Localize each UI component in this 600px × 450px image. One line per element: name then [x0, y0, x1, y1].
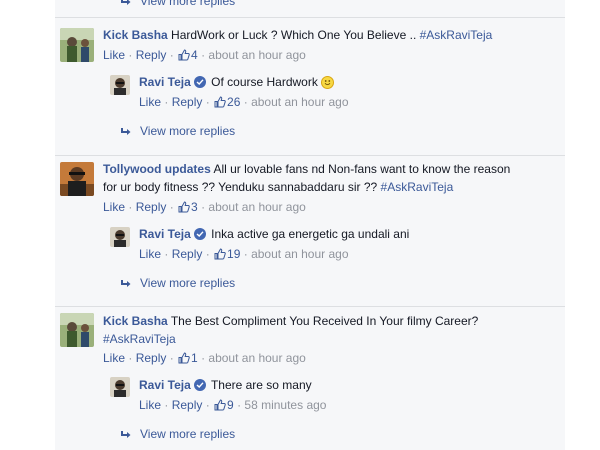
reply-author[interactable]: Ravi Teja [139, 227, 191, 241]
divider [55, 155, 565, 156]
reply-body: Ravi Teja Of course Hardwork [139, 74, 335, 90]
comment-text: for ur body fitness ?? Yenduku sannabadd… [103, 180, 378, 194]
thumbs-up-icon[interactable] [178, 352, 190, 368]
comment-author[interactable]: Kick Basha [103, 314, 168, 328]
like-link[interactable]: Like [103, 351, 125, 365]
comment-actions: Like · Reply · 4 · about an hour ago [103, 47, 306, 65]
hashtag-link[interactable]: #AskRaviTeja [420, 28, 493, 42]
view-more-replies-link[interactable]: View more replies [121, 123, 235, 140]
reply-link[interactable]: Reply [136, 48, 167, 62]
comment-body: Kick Basha The Best Compliment You Recei… [103, 313, 478, 329]
thumbs-up-icon[interactable] [214, 248, 226, 264]
divider [55, 17, 565, 18]
reply-text: Inka active ga energetic ga undali ani [211, 227, 410, 241]
like-count[interactable]: 19 [227, 247, 240, 261]
top-more-replies-strip: View more replies [55, 0, 565, 12]
like-link[interactable]: Like [103, 48, 125, 62]
view-more-replies-link[interactable]: View more replies [121, 0, 235, 10]
thumbs-up-icon[interactable] [178, 201, 190, 217]
comment-timestamp[interactable]: about an hour ago [208, 200, 305, 214]
comment-text: HardWork or Luck ? Which One You Believe… [171, 28, 417, 42]
like-count[interactable]: 4 [191, 48, 198, 62]
like-link[interactable]: Like [139, 398, 161, 412]
movie-poster-avatar[interactable] [60, 28, 94, 62]
reply-author[interactable]: Ravi Teja [139, 378, 191, 392]
reply-link[interactable]: Reply [136, 200, 167, 214]
thumbs-up-icon[interactable] [178, 49, 190, 65]
ravi-teja-avatar[interactable] [110, 227, 130, 247]
reply-body: Ravi Teja There are so many [139, 377, 312, 393]
reply-actions: Like · Reply · 19 · about an hour ago [139, 246, 349, 264]
verified-badge-icon [193, 76, 206, 88]
comment-body: Kick Basha HardWork or Luck ? Which One … [103, 27, 492, 43]
divider [55, 306, 565, 307]
comment-body: Tollywood updates All ur lovable fans nd… [103, 161, 510, 177]
comment-text: All ur lovable fans nd Non-fans want to … [213, 162, 511, 176]
like-count[interactable]: 26 [227, 95, 240, 109]
comment-actions: Like · Reply · 3 · about an hour ago [103, 199, 306, 217]
like-link[interactable]: Like [139, 95, 161, 109]
reply-timestamp[interactable]: about an hour ago [251, 247, 348, 261]
reply-arrow-icon [121, 276, 132, 292]
thumbs-up-icon[interactable] [214, 96, 226, 112]
reply-timestamp[interactable]: 58 minutes ago [244, 398, 326, 412]
reply-arrow-icon [121, 427, 132, 443]
comment-author[interactable]: Tollywood updates [103, 162, 211, 176]
reply-link[interactable]: Reply [172, 95, 203, 109]
reply-arrow-icon [121, 0, 132, 10]
like-count[interactable]: 1 [191, 351, 198, 365]
reply-body: Ravi Teja Inka active ga energetic ga un… [139, 226, 409, 242]
thumbs-up-icon[interactable] [214, 399, 226, 415]
reply-link[interactable]: Reply [172, 247, 203, 261]
smiley-emoji-icon [321, 76, 335, 89]
like-link[interactable]: Like [103, 200, 125, 214]
like-link[interactable]: Like [139, 247, 161, 261]
view-more-replies-link[interactable]: View more replies [121, 275, 235, 292]
reply-text: There are so many [210, 378, 312, 392]
comment-timestamp[interactable]: about an hour ago [208, 48, 305, 62]
hashtag-link[interactable]: #AskRaviTeja [103, 332, 176, 346]
comment-text: The Best Compliment You Received In Your… [170, 314, 479, 328]
reply-text: Of course Hardwork [211, 75, 318, 89]
comments-panel: View more replies Kick Basha HardWork or… [55, 0, 565, 450]
view-more-replies-link[interactable]: View more replies [121, 426, 235, 443]
verified-badge-icon [193, 379, 206, 391]
comment-actions: Like · Reply · 1 · about an hour ago [103, 350, 306, 368]
like-count[interactable]: 9 [227, 398, 234, 412]
reply-author[interactable]: Ravi Teja [139, 75, 191, 89]
reply-link[interactable]: Reply [172, 398, 203, 412]
film-star-avatar[interactable] [60, 162, 94, 196]
hashtag-link[interactable]: #AskRaviTeja [381, 180, 454, 194]
reply-timestamp[interactable]: about an hour ago [251, 95, 348, 109]
comment-body-line2: #AskRaviTeja [103, 331, 176, 347]
ravi-teja-avatar[interactable] [110, 75, 130, 95]
like-count[interactable]: 3 [191, 200, 198, 214]
reply-actions: Like · Reply · 26 · about an hour ago [139, 94, 349, 112]
ravi-teja-avatar[interactable] [110, 377, 130, 397]
reply-link[interactable]: Reply [136, 351, 167, 365]
reply-arrow-icon [121, 124, 132, 140]
reply-actions: Like · Reply · 9 · 58 minutes ago [139, 397, 326, 415]
comment-author[interactable]: Kick Basha [103, 28, 168, 42]
comment-body-line2: for ur body fitness ?? Yenduku sannabadd… [103, 179, 453, 195]
movie-poster-avatar[interactable] [60, 313, 94, 347]
verified-badge-icon [193, 228, 206, 240]
comment-timestamp[interactable]: about an hour ago [208, 351, 305, 365]
